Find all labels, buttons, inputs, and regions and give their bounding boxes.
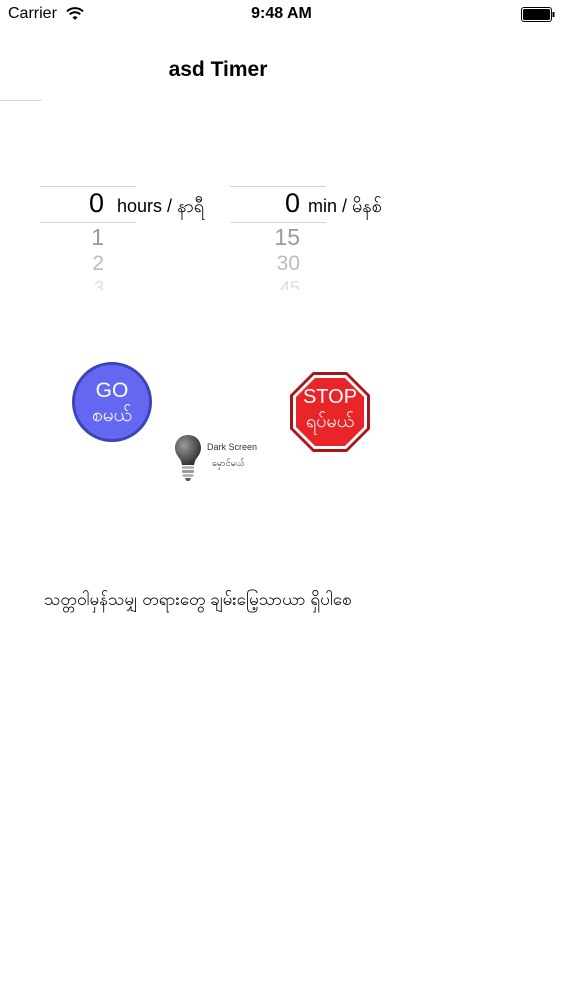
status-time: 9:48 AM [251, 5, 312, 22]
hours-picker[interactable]: 0 hours / နာရီ 1 2 3 [40, 186, 225, 298]
picker-selection-line [40, 186, 136, 187]
picker-selection-line [230, 222, 326, 223]
minutes-picker[interactable]: 0 min / မိနစ် 15 30 45 [230, 186, 390, 298]
minutes-option[interactable]: 30 [230, 252, 300, 276]
stop-button[interactable]: STOP ရပ်မယ် [289, 371, 371, 453]
dark-screen-button[interactable]: Dark Screen မှောင်မယ် [172, 434, 268, 484]
go-button-sub-label: စမယ် [92, 405, 132, 426]
go-button-label: GO [95, 379, 129, 402]
minutes-selected-value[interactable]: 0 [230, 188, 300, 219]
page-title: asd Timer [168, 58, 268, 81]
stop-button-label: STOP [302, 386, 358, 408]
dark-screen-label: Dark Screen [207, 442, 258, 452]
minutes-option[interactable]: 45 [230, 278, 300, 290]
hours-option[interactable]: 1 [40, 224, 104, 251]
go-button[interactable]: GO စမယ် [72, 362, 152, 442]
hours-selected-value[interactable]: 0 [40, 188, 104, 219]
status-bar: Carrier 9:48 AM [0, 0, 563, 30]
minutes-unit-label: min / မိနစ် [308, 196, 382, 216]
hours-option[interactable]: 2 [40, 252, 104, 276]
hours-unit-label: hours / နာရီ [117, 196, 205, 216]
stop-button-sub-label: ရပ်မယ် [305, 411, 355, 431]
blessing-message: သတ္တဝါမှန်သမျှ တရားတွေ ချမ်းမြေ့သာယာ ရှိ… [44, 590, 352, 609]
picker-selection-line [230, 186, 326, 187]
battery-icon [521, 7, 555, 22]
dark-screen-sub-label: မှောင်မယ် [212, 458, 245, 468]
nav-divider [0, 100, 42, 101]
picker-selection-line [40, 222, 136, 223]
hours-option[interactable]: 3 [40, 278, 104, 290]
lightbulb-icon [175, 435, 201, 481]
minutes-option[interactable]: 15 [230, 224, 300, 251]
